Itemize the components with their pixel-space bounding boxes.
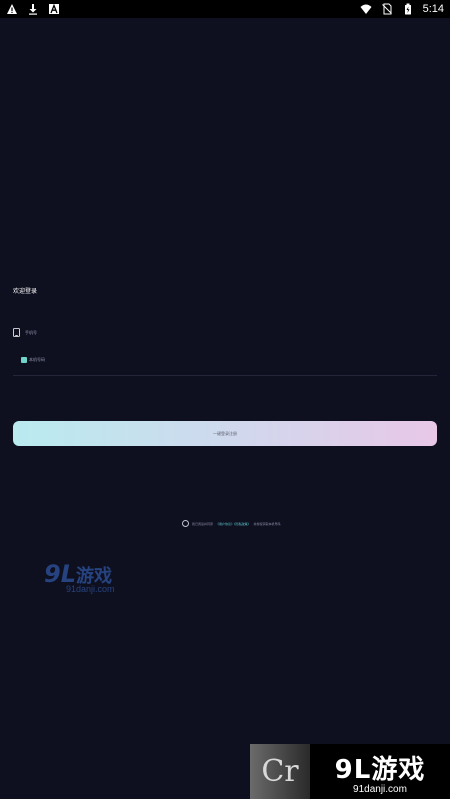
agreement-link[interactable]: 《用户协议》《隐私政策》 [216, 522, 251, 526]
status-right-icons: 5:14 [360, 3, 444, 15]
phone-icon [13, 324, 20, 342]
watermark-bar-right: 9L游戏 91danji.com [310, 749, 450, 795]
app-icon [48, 3, 60, 15]
divider [13, 375, 437, 376]
battery-icon [402, 3, 414, 15]
one-click-label: 本机号码 [29, 357, 45, 362]
welcome-title: 欢迎登录 [13, 289, 38, 295]
one-click-badge-icon [21, 357, 27, 363]
one-click-number[interactable]: 本机号码 [21, 357, 45, 363]
watermark-domain: 91danji.com [66, 584, 115, 594]
wifi-icon [360, 3, 372, 15]
phone-label: 手机号 [25, 330, 37, 335]
agreement-prefix: 我已阅读并同意 [192, 521, 214, 526]
watermark-bar-left: Cr [250, 744, 310, 799]
agreement-row: 我已阅读并同意 《用户协议》《隐私政策》 并授权获取本机号码 [182, 520, 281, 527]
download-icon [27, 3, 39, 15]
no-sim-icon [381, 3, 393, 15]
watermark-bar: Cr 9L游戏 91danji.com [250, 744, 450, 799]
status-bar: 5:14 [0, 0, 450, 18]
watermark-logo-left: 9L 游戏 91danji.com [44, 560, 115, 594]
watermark-bar-letter: Cr [261, 754, 299, 789]
watermark-bar-logo: 9L游戏 [334, 754, 426, 785]
phone-number-field[interactable]: 手机号 [13, 324, 37, 342]
watermark-bar-domain: 91danji.com [353, 783, 407, 795]
login-button-label: 一键登录注册 [213, 430, 237, 436]
status-time: 5:14 [422, 3, 444, 15]
status-left-icons [6, 3, 60, 15]
agreement-suffix: 并授权获取本机号码 [253, 521, 281, 526]
agreement-checkbox[interactable] [182, 520, 189, 527]
one-click-login-button[interactable]: 一键登录注册 [13, 421, 437, 446]
warning-icon [6, 3, 18, 15]
